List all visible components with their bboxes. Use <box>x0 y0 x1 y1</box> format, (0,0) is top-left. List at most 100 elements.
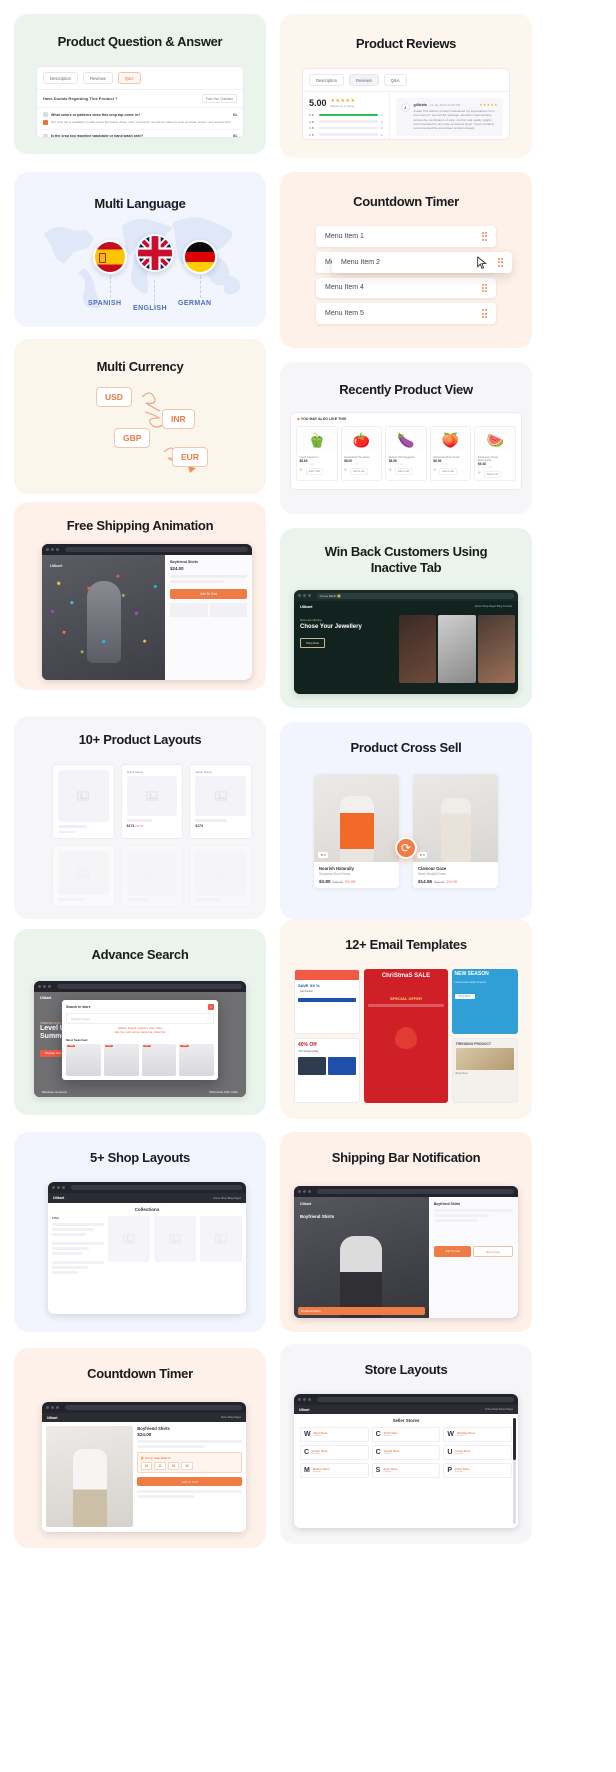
compare-icon[interactable]: ⟳ <box>300 468 303 472</box>
email-template[interactable]: NEW SEASON Lorem ipsum dolor sit amet Sh… <box>451 969 518 1034</box>
tab-description[interactable]: Description <box>43 72 78 84</box>
drag-handle-icon[interactable] <box>481 309 487 319</box>
refresh-icon[interactable]: ⟳ <box>395 837 417 859</box>
add-to-cart-button[interactable]: Add to cart <box>305 467 324 475</box>
add-to-cart-button[interactable]: Add to cart <box>439 467 457 475</box>
email-template[interactable]: SAVE XX % Get Coupon <box>294 969 361 1034</box>
store-card[interactable]: M Modern Store Fashion <box>300 1463 369 1478</box>
store-card[interactable]: U Urban Store Fashion <box>443 1445 512 1460</box>
product-card[interactable]: 🍆 Nutrient-Rich Eggplant $8.58 ☆☆☆☆☆ (0)… <box>385 426 427 481</box>
product-placeholder[interactable] <box>200 1216 242 1262</box>
product-placeholder[interactable] <box>154 1216 196 1262</box>
post-question-button[interactable]: Post Your Question <box>201 94 237 103</box>
store-card[interactable]: C Casual Store Fashion <box>371 1445 441 1460</box>
add-to-cart-button[interactable]: Add to cart <box>483 470 502 478</box>
menu-item-label: Menu Item 2 <box>341 258 380 266</box>
compare-icon[interactable]: ⟳ <box>433 468 436 472</box>
image-placeholder-icon <box>146 868 158 878</box>
cross-sell-product[interactable]: ★ 0 Clamour Gaze Sleek Bodyfit Dress $14… <box>413 774 498 888</box>
layout-variant[interactable]: Quick Name $173 <box>189 764 252 839</box>
product-card[interactable]: 🍉 Deliciously Sweet Watermelon $9.48 ☆☆☆… <box>474 426 516 481</box>
card-store-layouts[interactable]: Store Layouts Ulikart Home Shop Stores P… <box>280 1344 532 1544</box>
tab-qa[interactable]: Q&A <box>117 72 141 84</box>
add-to-cart-button[interactable]: Add to cart <box>350 467 368 475</box>
product-placeholder[interactable] <box>108 1216 150 1262</box>
add-to-cart-button[interactable]: Add to cart <box>394 467 413 475</box>
card-multi-language[interactable]: Multi Language SPANISH ENGLISH GERMAN <box>14 172 266 327</box>
shop-heading: Collections <box>134 1207 160 1212</box>
card-recently-product-view[interactable]: Recently Product View ◆ YOU MAY ALSO LIK… <box>280 362 532 514</box>
add-to-cart-button[interactable]: Add To Cart <box>433 1246 472 1257</box>
cross-sell-product[interactable]: ★ 0 Nourish Naturally Strapless Short Dr… <box>314 774 399 888</box>
product-card[interactable]: 🫑 Fresh Capsicum $8.80 ☆☆☆☆☆ (0) ⟳ Add t… <box>296 426 338 481</box>
product-card[interactable]: 🍑 Deliciously Ripe Peach $8.95 ☆☆☆☆☆ (0)… <box>429 426 472 481</box>
card-product-layouts[interactable]: 10+ Product Layouts Quick Name $173 2% O… <box>14 716 266 919</box>
store-card[interactable]: W Wool Store Fashion <box>300 1427 369 1442</box>
menu-item[interactable]: Menu Item 1 <box>316 226 496 247</box>
card-multi-currency[interactable]: Multi Currency USD INR GBP EUR <box>14 339 266 494</box>
compare-icon[interactable]: ⟳ <box>478 471 481 475</box>
store-card[interactable]: C Cloth Store Fashion <box>371 1427 441 1442</box>
store-category: Fashion <box>383 1435 392 1437</box>
layout-variant[interactable]: Quick Name $173 2% Off <box>120 764 184 839</box>
product-card[interactable]: 🍅 Handpicked Tomatoes $8.00 ☆☆☆☆☆ (0) ⟳ … <box>340 426 383 481</box>
close-icon[interactable]: × <box>208 1004 214 1010</box>
drag-handle-icon[interactable] <box>481 232 487 241</box>
currency-chip-eur[interactable]: EUR <box>172 447 208 467</box>
card-email-templates[interactable]: 12+ Email Templates SAVE XX % Get Coupon… <box>280 919 532 1119</box>
card-countdown-timer-menu[interactable]: Countdown Timer Menu Item 1 Menu Item 3 … <box>280 172 532 348</box>
card-product-reviews[interactable]: Product Reviews Description Reviews Q&A … <box>280 14 532 158</box>
email-cta[interactable]: Shop Now <box>454 993 475 999</box>
email-template[interactable]: TRENDING PRODUCT Shop Now <box>451 1038 518 1103</box>
scrollbar[interactable] <box>513 1418 516 1524</box>
shop-now-button[interactable]: Shop Now <box>300 638 325 649</box>
add-to-cart-button[interactable]: Add To Cart <box>170 589 247 599</box>
store-card[interactable]: C Crown Store Fashion <box>300 1445 369 1460</box>
compare-icon[interactable]: ⟳ <box>389 468 392 472</box>
layout-variant[interactable] <box>120 845 184 907</box>
image-placeholder-icon <box>169 1234 181 1244</box>
card-countdown-timer-product[interactable]: Countdown Timer Ulikart Home Shop Pages … <box>14 1348 266 1548</box>
compare-icon[interactable]: ⟳ <box>344 468 347 472</box>
store-card[interactable]: S Sport Store Fashion <box>371 1463 441 1478</box>
card-advance-search[interactable]: Advance Search Ulikart TRENDING NOW Leve… <box>14 929 266 1115</box>
spain-flag-icon[interactable] <box>93 240 127 274</box>
search-input[interactable]: Search in store... <box>71 1017 92 1021</box>
currency-chip-inr[interactable]: INR <box>162 409 195 429</box>
card-product-qa[interactable]: Product Question & Answer Description Re… <box>14 14 266 154</box>
tab-reviews[interactable]: Reviews <box>82 72 113 84</box>
layout-variant[interactable] <box>189 845 252 907</box>
uk-flag-icon[interactable] <box>136 234 174 272</box>
currency-chip-usd[interactable]: USD <box>96 387 132 407</box>
layout-variant[interactable] <box>52 845 115 907</box>
drag-handle-icon[interactable] <box>481 283 487 293</box>
card-shop-layouts[interactable]: 5+ Shop Layouts Ulikart Home Shop Blog P… <box>14 1132 266 1332</box>
search-icon[interactable]: ⌕ <box>207 1017 209 1021</box>
menu-item[interactable]: Menu Item 4 <box>316 277 496 299</box>
germany-flag-icon[interactable] <box>183 240 217 274</box>
product-old-price: $16.00 <box>434 879 445 884</box>
tab-description[interactable]: Description <box>309 74 344 86</box>
layout-variant[interactable] <box>52 764 115 839</box>
tab-qa[interactable]: Q&A <box>383 74 407 86</box>
card-product-cross-sell[interactable]: Product Cross Sell ★ 0 Nourish Naturally… <box>280 722 532 919</box>
tab-reviews[interactable]: Reviews <box>348 74 379 86</box>
email-cta[interactable]: Shop Now <box>456 1072 514 1075</box>
currency-chip-gbp[interactable]: GBP <box>114 428 151 448</box>
product-image: ★ 0 <box>314 774 399 862</box>
menu-item[interactable]: Menu Item 5 <box>316 303 496 325</box>
store-card[interactable]: W Wedding Store Fashion <box>443 1427 512 1442</box>
hero-image <box>477 615 516 683</box>
card-shipping-bar-notification[interactable]: Shipping Bar Notification Ulikart Boyfri… <box>280 1132 532 1332</box>
store-card[interactable]: P Prime Store Fashion <box>443 1463 512 1478</box>
email-template[interactable]: 40% Off Your Shopping Bag <box>294 1038 361 1103</box>
card-free-shipping-animation[interactable]: Free Shipping Animation Ulikart Boyfrien… <box>14 502 266 690</box>
rating-summary: 5.00 ★★★★★ Based on 1 rating 5 ★ 1 4 ★ 0… <box>303 92 390 139</box>
search-suggestions[interactable]: bralette, lingerie, bodysuit, swim, biki… <box>66 1027 214 1035</box>
card-win-back-inactive-tab[interactable]: Win Back Customers Using Inactive Tab Co… <box>280 528 532 708</box>
drag-handle-icon[interactable] <box>497 258 503 267</box>
product-image <box>46 1426 134 1527</box>
add-to-cart-button[interactable]: Add To Cart <box>137 1477 242 1486</box>
email-template[interactable]: ChriStmaS SALE SPECIAL OFFER <box>364 969 448 1103</box>
buy-now-button[interactable]: Buy It Now <box>473 1246 514 1257</box>
